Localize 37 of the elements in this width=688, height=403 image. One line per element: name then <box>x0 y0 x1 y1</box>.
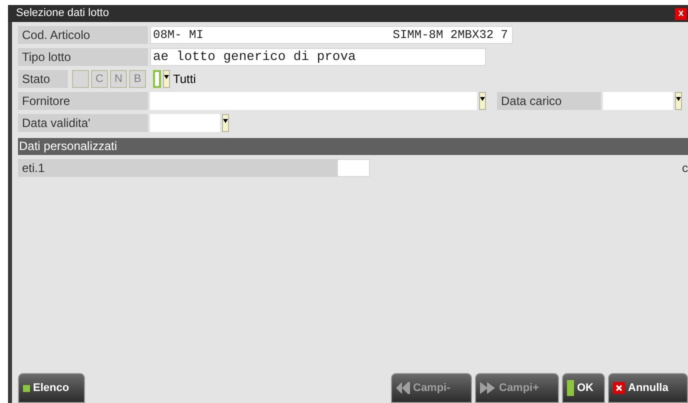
article-code-field[interactable]: 08M- MI SIMM-8M 2MBX32 7 <box>150 26 513 44</box>
field-label: eti.1 <box>18 159 337 177</box>
action-button[interactable]: Elenco <box>18 373 85 403</box>
bar-icon <box>567 380 574 396</box>
article-code: 08M- MI <box>153 27 204 44</box>
caret-icon <box>676 97 681 101</box>
field-label: Cod. Articolo <box>18 26 148 44</box>
close-button[interactable]: x <box>675 8 687 20</box>
rewind-icon <box>396 382 410 394</box>
dropdown-button[interactable] <box>479 92 486 110</box>
field-label: Tipo lotto <box>18 48 148 66</box>
option-label: Tutti <box>173 71 196 88</box>
caret-icon <box>223 119 228 123</box>
field-label: Data carico <box>497 92 601 110</box>
dropdown-button[interactable] <box>163 70 170 88</box>
custom-field[interactable] <box>337 159 370 177</box>
dropdown-button[interactable] <box>675 92 682 110</box>
field-label: Data validita' <box>18 114 148 132</box>
validity-date-field[interactable] <box>150 114 220 132</box>
dropdown-button[interactable] <box>222 114 229 132</box>
field-suffix: c <box>682 160 688 177</box>
close-icon <box>613 382 625 394</box>
section-header: Dati personalizzati <box>18 138 688 155</box>
action-button[interactable]: Annulla <box>608 373 688 403</box>
field-label: Fornitore <box>18 92 148 110</box>
lot-type-field[interactable]: ae lotto generico di prova <box>150 48 486 66</box>
load-date-field[interactable] <box>603 92 673 110</box>
caret-icon <box>164 75 169 79</box>
article-description: SIMM-8M 2MBX32 7 <box>392 27 509 44</box>
action-button[interactable]: OK <box>562 373 605 403</box>
square-icon <box>23 384 30 392</box>
caret-icon <box>480 97 485 101</box>
field-label: Stato <box>18 70 68 88</box>
supplier-field[interactable] <box>150 92 477 110</box>
checkbox[interactable] <box>153 70 161 88</box>
window-title: Selezione dati lotto <box>16 6 109 22</box>
fast-forward-icon <box>480 382 496 394</box>
